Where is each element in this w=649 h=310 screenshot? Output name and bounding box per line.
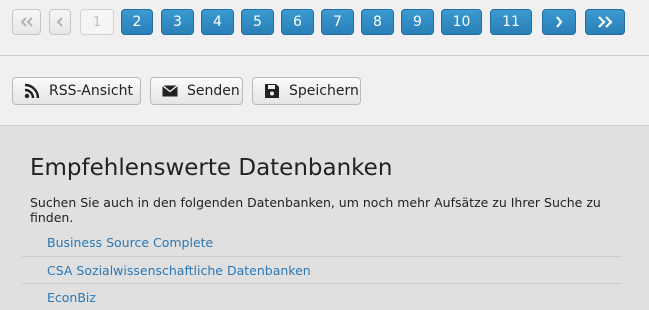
page-button-8[interactable]: 8 [361,9,394,35]
page-button-6[interactable]: 6 [281,9,314,35]
database-link-label: Business Source Complete [47,235,214,250]
save-label: Speichern [289,83,359,99]
page-label: 5 [253,14,262,30]
page-button-7[interactable]: 7 [321,9,354,35]
page-label: 4 [213,14,222,30]
page-label: 7 [333,14,342,30]
rss-icon [23,82,41,100]
first-page-button[interactable] [12,9,41,35]
next-page-button[interactable] [542,9,576,35]
double-chevron-left-icon [20,17,33,27]
last-page-button[interactable] [585,9,625,35]
page-button-9[interactable]: 9 [401,9,434,35]
page-current-label: 1 [92,14,102,30]
rss-view-button[interactable]: RSS-Ansicht [12,77,141,105]
database-link-label: CSA Sozialwissenschaftliche Datenbanken [47,263,311,278]
result-actions-toolbar: RSS-Ansicht Senden Speichern [0,56,649,126]
floppy-disk-icon [263,82,281,100]
send-button[interactable]: Senden [150,77,243,105]
database-link-business-source-complete[interactable]: Business Source Complete [22,229,622,256]
page-label: 3 [173,14,182,30]
page-current: 1 [80,9,114,35]
page-label: 9 [413,14,422,30]
page-button-4[interactable]: 4 [201,9,234,35]
rss-view-label: RSS-Ansicht [49,83,133,99]
chevron-left-icon [56,17,63,27]
envelope-icon [161,82,179,100]
page-button-3[interactable]: 3 [161,9,194,35]
pagination-bar: 1 2 3 4 5 6 7 8 9 10 11 [0,0,649,56]
page-label: 2 [132,14,142,30]
page-button-10[interactable]: 10 [441,9,482,35]
double-chevron-right-icon [598,16,613,28]
page-label: 11 [502,14,520,30]
database-link-econbiz[interactable]: EconBiz [22,283,622,310]
save-button[interactable]: Speichern [252,77,361,105]
page-label: 8 [373,14,382,30]
database-link-csa[interactable]: CSA Sozialwissenschaftliche Datenbanken [22,256,622,283]
previous-page-button[interactable] [49,9,71,35]
page-button-2[interactable]: 2 [121,9,153,35]
page-button-5[interactable]: 5 [241,9,274,35]
page-button-11[interactable]: 11 [490,9,532,35]
recommended-databases-intro: Suchen Sie auch in den folgenden Datenba… [30,195,601,225]
recommended-databases-title: Empfehlenswerte Datenbanken [30,155,393,181]
database-link-label: EconBiz [47,290,96,305]
page-label: 6 [293,14,302,30]
chevron-right-icon [556,16,563,28]
page-label: 10 [452,14,471,30]
send-label: Senden [187,83,240,99]
